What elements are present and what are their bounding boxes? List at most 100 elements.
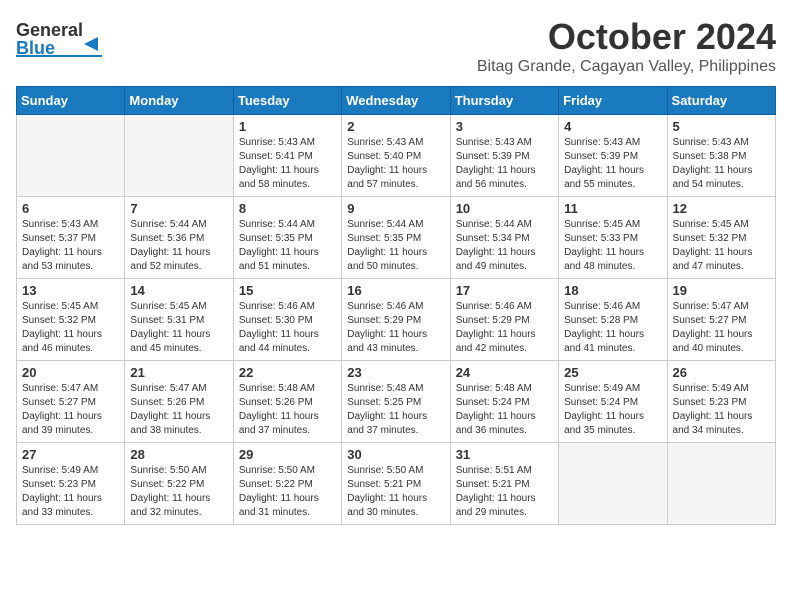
calendar-cell: 24 Sunrise: 5:48 AM Sunset: 5:24 PM Dayli… (450, 361, 558, 443)
svg-text:General: General (16, 20, 83, 40)
day-number: 31 (456, 447, 553, 462)
calendar-cell: 11Sunrise: 5:45 AM Sunset: 5:33 PM Dayli… (559, 197, 667, 279)
day-header-monday: Monday (125, 87, 233, 115)
calendar-cell (17, 115, 125, 197)
day-info: Sunrise: 5:43 AM Sunset: 5:38 PM Dayligh… (673, 136, 770, 192)
day-info: Sunrise: 5:44 AM Sunset: 5:35 PM Dayligh… (239, 218, 336, 274)
calendar-cell: 29 Sunrise: 5:50 AM Sunset: 5:22 PM Dayli… (233, 443, 341, 525)
calendar-cell: 4Sunrise: 5:43 AM Sunset: 5:39 PM Daylig… (559, 115, 667, 197)
logo: General Blue (16, 16, 104, 60)
calendar-cell: 30Sunrise: 5:50 AM Sunset: 5:21 PM Dayli… (342, 443, 450, 525)
page-title: October 2024 (477, 16, 776, 58)
day-info: Sunrise: 5:46 AM Sunset: 5:29 PM Dayligh… (456, 300, 553, 356)
day-header-friday: Friday (559, 87, 667, 115)
day-number: 5 (673, 119, 770, 134)
day-number: 6 (22, 201, 119, 216)
calendar-cell: 6 Sunrise: 5:43 AM Sunset: 5:37 PM Daylig… (17, 197, 125, 279)
calendar-cell: 18 Sunrise: 5:46 AM Sunset: 5:28 PM Dayli… (559, 279, 667, 361)
calendar-cell: 7 Sunrise: 5:44 AM Sunset: 5:36 PM Daylig… (125, 197, 233, 279)
day-number: 8 (239, 201, 336, 216)
calendar-cell: 21 Sunrise: 5:47 AM Sunset: 5:26 PM Dayli… (125, 361, 233, 443)
day-info: Sunrise: 5:48 AM Sunset: 5:24 PM Dayligh… (456, 382, 553, 438)
day-number: 18 (564, 283, 661, 298)
day-info: Sunrise: 5:49 AM Sunset: 5:23 PM Dayligh… (22, 464, 119, 520)
calendar-cell: 25 Sunrise: 5:49 AM Sunset: 5:24 PM Dayli… (559, 361, 667, 443)
day-number: 20 (22, 365, 119, 380)
day-header-saturday: Saturday (667, 87, 775, 115)
day-number: 14 (130, 283, 227, 298)
day-info: Sunrise: 5:49 AM Sunset: 5:24 PM Dayligh… (564, 382, 661, 438)
calendar-cell: 2 Sunrise: 5:43 AM Sunset: 5:40 PM Daylig… (342, 115, 450, 197)
calendar-week-1: 1 Sunrise: 5:43 AM Sunset: 5:41 PM Daylig… (17, 115, 776, 197)
day-info: Sunrise: 5:51 AM Sunset: 5:21 PM Dayligh… (456, 464, 553, 520)
day-number: 22 (239, 365, 336, 380)
day-header-sunday: Sunday (17, 87, 125, 115)
calendar-cell (667, 443, 775, 525)
logo-svg: General Blue (16, 16, 104, 60)
day-number: 15 (239, 283, 336, 298)
calendar-cell: 3 Sunrise: 5:43 AM Sunset: 5:39 PM Daylig… (450, 115, 558, 197)
day-header-tuesday: Tuesday (233, 87, 341, 115)
day-number: 3 (456, 119, 553, 134)
calendar-week-5: 27 Sunrise: 5:49 AM Sunset: 5:23 PM Dayli… (17, 443, 776, 525)
day-number: 19 (673, 283, 770, 298)
day-number: 10 (456, 201, 553, 216)
day-info: Sunrise: 5:50 AM Sunset: 5:22 PM Dayligh… (239, 464, 336, 520)
day-info: Sunrise: 5:47 AM Sunset: 5:27 PM Dayligh… (673, 300, 770, 356)
day-number: 29 (239, 447, 336, 462)
day-header-wednesday: Wednesday (342, 87, 450, 115)
calendar-cell: 26Sunrise: 5:49 AM Sunset: 5:23 PM Dayli… (667, 361, 775, 443)
day-number: 12 (673, 201, 770, 216)
day-number: 16 (347, 283, 444, 298)
calendar-cell: 9Sunrise: 5:44 AM Sunset: 5:35 PM Daylig… (342, 197, 450, 279)
title-block: October 2024 Bitag Grande, Cagayan Valle… (477, 16, 776, 76)
day-number: 28 (130, 447, 227, 462)
day-info: Sunrise: 5:45 AM Sunset: 5:31 PM Dayligh… (130, 300, 227, 356)
day-info: Sunrise: 5:43 AM Sunset: 5:40 PM Dayligh… (347, 136, 444, 192)
calendar-cell: 19 Sunrise: 5:47 AM Sunset: 5:27 PM Dayli… (667, 279, 775, 361)
day-number: 24 (456, 365, 553, 380)
day-info: Sunrise: 5:48 AM Sunset: 5:26 PM Dayligh… (239, 382, 336, 438)
calendar-cell: 14 Sunrise: 5:45 AM Sunset: 5:31 PM Dayli… (125, 279, 233, 361)
day-number: 4 (564, 119, 661, 134)
page-header: General Blue October 2024 Bitag Grande, … (16, 16, 776, 76)
day-number: 7 (130, 201, 227, 216)
day-number: 11 (564, 201, 661, 216)
day-number: 9 (347, 201, 444, 216)
day-info: Sunrise: 5:43 AM Sunset: 5:39 PM Dayligh… (456, 136, 553, 192)
calendar-week-3: 13Sunrise: 5:45 AM Sunset: 5:32 PM Dayli… (17, 279, 776, 361)
calendar-cell: 5 Sunrise: 5:43 AM Sunset: 5:38 PM Daylig… (667, 115, 775, 197)
day-number: 30 (347, 447, 444, 462)
day-header-thursday: Thursday (450, 87, 558, 115)
day-info: Sunrise: 5:46 AM Sunset: 5:29 PM Dayligh… (347, 300, 444, 356)
day-number: 27 (22, 447, 119, 462)
calendar-header-row: SundayMondayTuesdayWednesdayThursdayFrid… (17, 87, 776, 115)
day-info: Sunrise: 5:43 AM Sunset: 5:37 PM Dayligh… (22, 218, 119, 274)
calendar-cell: 15Sunrise: 5:46 AM Sunset: 5:30 PM Dayli… (233, 279, 341, 361)
day-number: 23 (347, 365, 444, 380)
calendar-cell: 31 Sunrise: 5:51 AM Sunset: 5:21 PM Dayli… (450, 443, 558, 525)
day-info: Sunrise: 5:43 AM Sunset: 5:41 PM Dayligh… (239, 136, 336, 192)
day-info: Sunrise: 5:44 AM Sunset: 5:34 PM Dayligh… (456, 218, 553, 274)
day-number: 25 (564, 365, 661, 380)
day-info: Sunrise: 5:48 AM Sunset: 5:25 PM Dayligh… (347, 382, 444, 438)
calendar-week-4: 20 Sunrise: 5:47 AM Sunset: 5:27 PM Dayli… (17, 361, 776, 443)
page-subtitle: Bitag Grande, Cagayan Valley, Philippine… (477, 58, 776, 76)
day-info: Sunrise: 5:46 AM Sunset: 5:28 PM Dayligh… (564, 300, 661, 356)
calendar-cell: 16 Sunrise: 5:46 AM Sunset: 5:29 PM Dayli… (342, 279, 450, 361)
day-info: Sunrise: 5:44 AM Sunset: 5:36 PM Dayligh… (130, 218, 227, 274)
calendar-cell: 22 Sunrise: 5:48 AM Sunset: 5:26 PM Dayli… (233, 361, 341, 443)
calendar-cell (125, 115, 233, 197)
day-info: Sunrise: 5:47 AM Sunset: 5:27 PM Dayligh… (22, 382, 119, 438)
calendar-cell: 1 Sunrise: 5:43 AM Sunset: 5:41 PM Daylig… (233, 115, 341, 197)
day-info: Sunrise: 5:49 AM Sunset: 5:23 PM Dayligh… (673, 382, 770, 438)
day-number: 21 (130, 365, 227, 380)
day-number: 13 (22, 283, 119, 298)
day-info: Sunrise: 5:45 AM Sunset: 5:32 PM Dayligh… (673, 218, 770, 274)
day-number: 1 (239, 119, 336, 134)
calendar-week-2: 6 Sunrise: 5:43 AM Sunset: 5:37 PM Daylig… (17, 197, 776, 279)
day-info: Sunrise: 5:47 AM Sunset: 5:26 PM Dayligh… (130, 382, 227, 438)
calendar-table: SundayMondayTuesdayWednesdayThursdayFrid… (16, 86, 776, 525)
day-number: 2 (347, 119, 444, 134)
calendar-cell (559, 443, 667, 525)
